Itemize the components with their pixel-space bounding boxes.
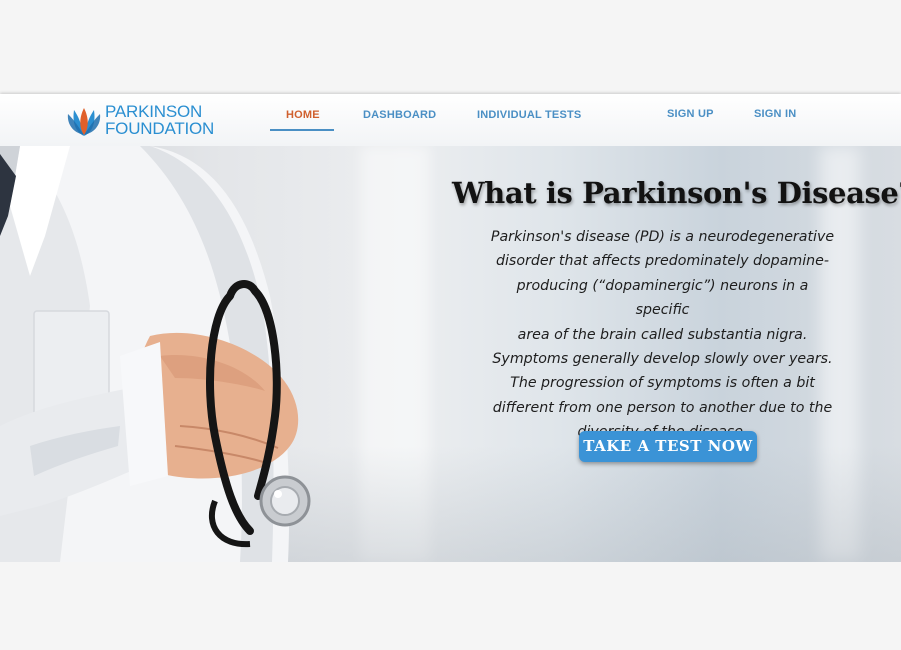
nav-dashboard-link[interactable]: DASHBOARD bbox=[363, 109, 436, 121]
hero-description-line: producing (“dopaminergic”) neurons in a … bbox=[516, 277, 809, 319]
brand-name-line1: PARKINSON bbox=[105, 102, 203, 121]
active-nav-indicator bbox=[270, 129, 334, 131]
hero-description-line: Symptoms generally develop slowly over y… bbox=[492, 351, 833, 368]
nav-sign-up-link[interactable]: SIGN UP bbox=[667, 108, 714, 120]
brand-name: PARKINSON FOUNDATION bbox=[105, 103, 214, 137]
hero-description-line: disorder that affects predominately dopa… bbox=[495, 253, 829, 270]
nav-individual-tests-link[interactable]: INDIVIDUAL TESTS bbox=[477, 109, 581, 121]
nav-sign-in-link[interactable]: SIGN IN bbox=[754, 108, 796, 120]
top-navbar: PARKINSON FOUNDATION HOME DASHBOARD INDI… bbox=[0, 94, 901, 146]
page: PARKINSON FOUNDATION HOME DASHBOARD INDI… bbox=[0, 0, 901, 650]
brand-logo[interactable]: PARKINSON FOUNDATION bbox=[66, 100, 226, 140]
take-a-test-now-button[interactable]: TAKE A TEST NOW bbox=[579, 431, 757, 462]
hero-title: What is Parkinson's Disease? bbox=[452, 176, 901, 210]
lotus-logo-icon bbox=[67, 108, 101, 136]
nav-home-link[interactable]: HOME bbox=[286, 109, 320, 121]
hero-description-line: different from one person to another due… bbox=[492, 399, 833, 416]
doctor-with-stethoscope-image bbox=[0, 146, 311, 562]
hero-description: Parkinson's disease (PD) is a neurodegen… bbox=[490, 225, 835, 445]
hero-section: What is Parkinson's Disease? Parkinson's… bbox=[0, 146, 901, 562]
hero-description-line: Parkinson's disease (PD) is a neurodegen… bbox=[490, 229, 835, 245]
brand-name-line2: FOUNDATION bbox=[105, 119, 215, 138]
hero-description-line: The progression of symptoms is often a b… bbox=[510, 375, 815, 392]
hero-description-line: area of the brain called substantia nigr… bbox=[517, 326, 808, 343]
